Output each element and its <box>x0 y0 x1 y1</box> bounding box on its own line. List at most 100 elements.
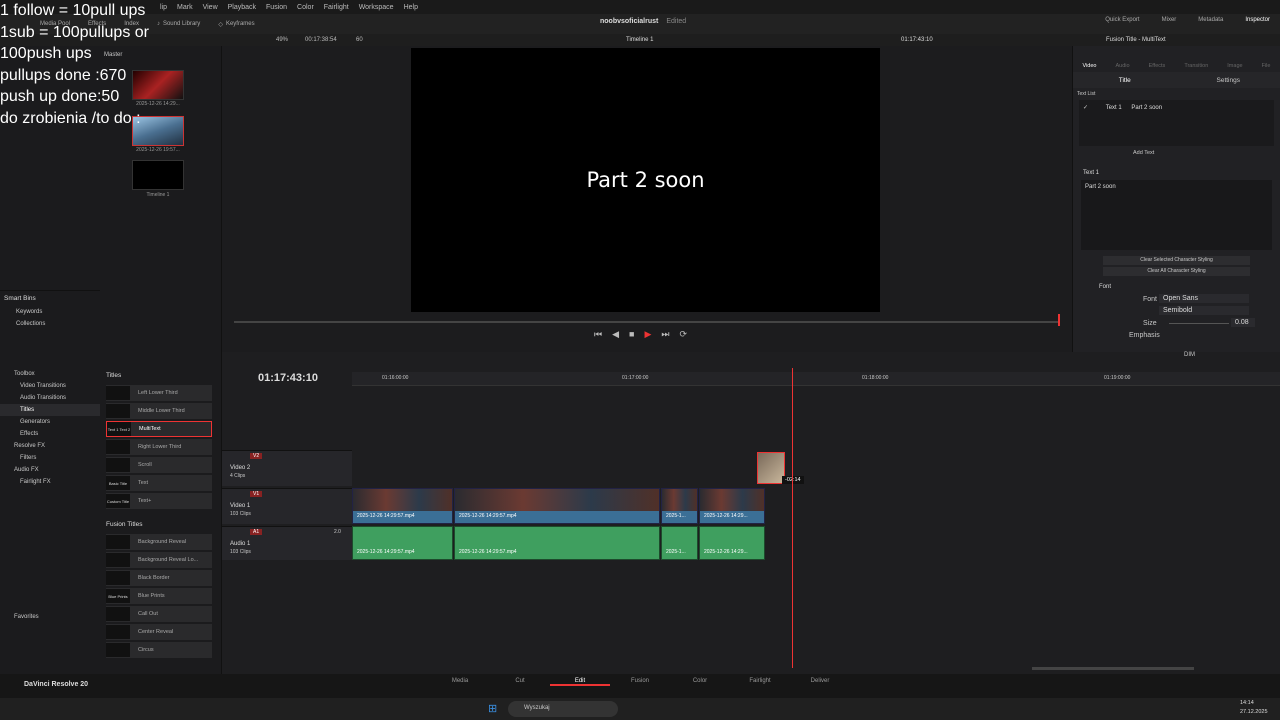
tab-title[interactable]: Title <box>1073 77 1177 84</box>
jump-end-icon[interactable]: ⏭ <box>661 329 669 340</box>
title-tile[interactable]: Scroll <box>106 457 212 473</box>
dim-button[interactable]: DIM <box>1184 352 1195 358</box>
weight-select[interactable]: Semibold <box>1159 306 1249 315</box>
viewer-scrubber[interactable] <box>234 321 1060 323</box>
track-id[interactable]: V2 <box>250 453 263 459</box>
text-section-header[interactable]: Text 1 <box>1073 160 1280 180</box>
fusion-title-tile[interactable]: Call Out <box>106 606 212 622</box>
bin-collections[interactable]: Collections <box>0 318 100 330</box>
tab-video[interactable]: Video <box>1083 63 1097 69</box>
menu-item[interactable]: View <box>203 4 218 11</box>
play-icon[interactable]: ▶ <box>644 329 651 340</box>
menu-item[interactable]: Color <box>297 4 314 11</box>
title-tile[interactable]: Right Lower Third <box>106 439 212 455</box>
favorites-header[interactable]: Favorites <box>14 614 39 620</box>
page-edit[interactable]: Edit <box>550 678 610 686</box>
size-slider[interactable] <box>1169 323 1229 324</box>
page-cut[interactable]: Cut <box>490 678 550 686</box>
audio-clip[interactable]: 2025-12-26 14:29... <box>699 526 765 560</box>
menu-item[interactable]: lip <box>160 4 167 11</box>
video-clip[interactable]: 2025-1... <box>661 488 698 524</box>
clear-selected-styling-button[interactable]: Clear Selected Character Styling <box>1103 256 1250 265</box>
tree-effects[interactable]: Effects <box>0 428 100 440</box>
jump-start-icon[interactable]: ⏮ <box>594 329 602 340</box>
effects-button[interactable]: Effects <box>88 21 106 27</box>
index-button[interactable]: Index <box>124 21 139 27</box>
tab-settings[interactable]: Settings <box>1177 77 1280 84</box>
tree-filters[interactable]: Filters <box>0 452 100 464</box>
page-fusion[interactable]: Fusion <box>610 678 670 686</box>
clip-thumbnail[interactable] <box>132 70 184 100</box>
audio-clip[interactable]: 2025-12-26 14:29:57.mp4 <box>454 526 660 560</box>
title-tile-selected[interactable]: Text 1 Text 2 MultiText <box>106 421 212 437</box>
fusion-title-tile[interactable]: Background Reveal <box>106 534 212 550</box>
zoom-level[interactable]: 49% <box>276 37 288 43</box>
mixer-button[interactable]: Mixer <box>1162 17 1177 23</box>
clear-all-styling-button[interactable]: Clear All Character Styling <box>1103 267 1250 276</box>
quick-export-button[interactable]: Quick Export <box>1105 17 1139 23</box>
menu-item[interactable]: Fairlight <box>324 4 349 11</box>
tree-resolve-fx[interactable]: Resolve FX <box>0 440 100 452</box>
title-tile[interactable]: Custom Title Text+ <box>106 493 212 509</box>
title-tile[interactable]: Left Lower Third <box>106 385 212 401</box>
menu-item[interactable]: Fusion <box>266 4 287 11</box>
menu-item[interactable]: Mark <box>177 4 193 11</box>
loop-icon[interactable]: ⟳ <box>680 329 688 340</box>
page-color[interactable]: Color <box>670 678 730 686</box>
dragged-title-clip[interactable] <box>757 452 785 484</box>
tab-image[interactable]: Image <box>1227 63 1242 69</box>
track-id[interactable]: A1 <box>250 529 263 535</box>
timeline-name[interactable]: Timeline 1 <box>626 37 653 43</box>
audio-clip[interactable]: 2025-12-26 14:29:57.mp4 <box>352 526 453 560</box>
fusion-title-tile[interactable]: Circus <box>106 642 212 658</box>
media-pool-button[interactable]: Media Pool <box>40 21 70 27</box>
video-clip[interactable]: 2025-12-26 14:29:57.mp4 <box>454 488 660 524</box>
size-input[interactable]: 0.08 <box>1231 318 1255 327</box>
text-row-value[interactable]: Part 2 soon <box>1131 105 1162 111</box>
track-header-v1[interactable]: V1 Video 1 103 Clips <box>222 488 352 524</box>
menu-item[interactable]: Playback <box>228 4 256 11</box>
tab-audio[interactable]: Audio <box>1115 63 1129 69</box>
timeline-scrollbar[interactable] <box>1032 667 1194 670</box>
tab-effects[interactable]: Effects <box>1149 63 1166 69</box>
title-tile[interactable]: Middle Lower Third <box>106 403 212 419</box>
tree-titles[interactable]: Titles <box>0 404 100 416</box>
fusion-title-tile[interactable]: Black Border <box>106 570 212 586</box>
tree-audio-transitions[interactable]: Audio Transitions <box>0 392 100 404</box>
reverse-icon[interactable]: ◀ <box>612 329 619 340</box>
viewer-playhead[interactable] <box>1058 314 1060 326</box>
clip-thumbnail[interactable] <box>132 116 184 146</box>
menu-item[interactable]: Help <box>404 4 418 11</box>
page-fairlight[interactable]: Fairlight <box>730 678 790 686</box>
tree-video-transitions[interactable]: Video Transitions <box>0 380 100 392</box>
font-select[interactable]: Open Sans <box>1159 294 1249 303</box>
tab-transition[interactable]: Transition <box>1184 63 1208 69</box>
sound-library-button[interactable]: ♪ Sound Library <box>157 21 200 27</box>
metadata-button[interactable]: Metadata <box>1198 17 1223 23</box>
timeline-thumbnail[interactable] <box>132 160 184 190</box>
audio-clip[interactable]: 2025-1... <box>661 526 698 560</box>
menu-item[interactable]: Workspace <box>359 4 394 11</box>
page-media[interactable]: Media <box>430 678 490 686</box>
timeline-ruler[interactable]: 01:16:00:00 01:17:00:00 01:18:00:00 01:1… <box>352 372 1280 386</box>
check-icon[interactable]: ✓ <box>1083 105 1088 111</box>
keyframes-button[interactable]: ◇ Keyframes <box>218 21 254 28</box>
track-id[interactable]: V1 <box>250 491 263 497</box>
video-clip[interactable]: 2025-12-26 14:29:57.mp4 <box>352 488 453 524</box>
tree-toolbox[interactable]: Toolbox <box>0 368 100 380</box>
fusion-title-tile[interactable]: Center Reveal <box>106 624 212 640</box>
tree-fairlight-fx[interactable]: Fairlight FX <box>0 476 100 488</box>
text-edit-box[interactable]: Part 2 soon <box>1081 180 1272 250</box>
fusion-title-tile[interactable]: Background Reveal Lo... <box>106 552 212 568</box>
tab-file[interactable]: File <box>1262 63 1271 69</box>
add-text-button[interactable]: Add Text <box>1073 146 1280 160</box>
track-header-a1[interactable]: A1 2.0 Audio 1 103 Clips <box>222 526 352 560</box>
inspector-button[interactable]: Inspector <box>1245 17 1270 23</box>
timeline-playhead[interactable] <box>792 368 793 668</box>
tree-generators[interactable]: Generators <box>0 416 100 428</box>
stop-icon[interactable]: ■ <box>629 329 634 340</box>
video-clip[interactable]: 2025-12-26 14:29... <box>699 488 765 524</box>
fusion-title-tile[interactable]: Blue Prints Blue Prints <box>106 588 212 604</box>
taskbar-search[interactable]: Wyszukaj <box>508 701 618 717</box>
viewer-screen[interactable]: Part 2 soon <box>411 48 880 312</box>
